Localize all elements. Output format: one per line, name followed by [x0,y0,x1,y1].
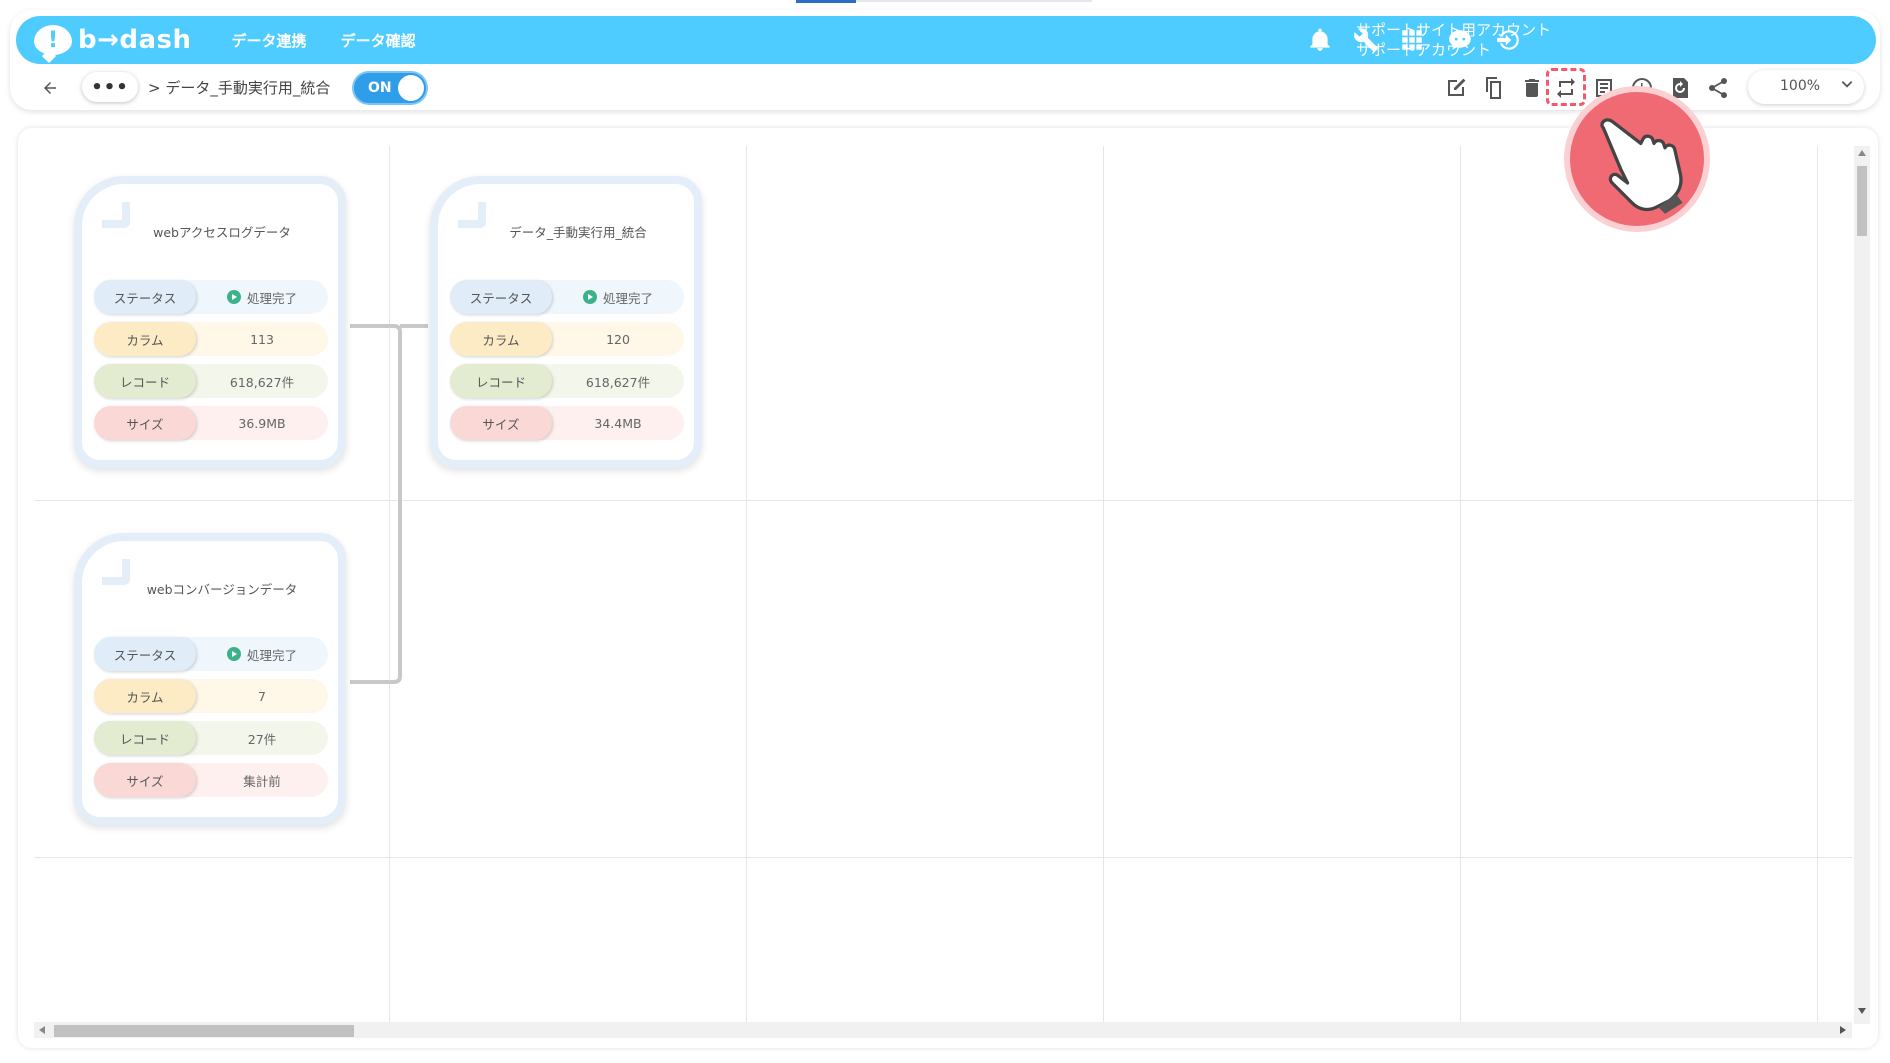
row-value: 処理完了 [196,637,328,671]
node-row-records: レコード 27件 [94,721,328,755]
vertical-scrollbar[interactable] [1854,146,1870,1024]
scroll-right-arrow-icon[interactable] [1840,1026,1846,1034]
node-row-size: サイズ 36.9MB [94,406,328,440]
row-key: ステータス [450,280,552,314]
horizontal-scroll-thumb[interactable] [54,1025,354,1037]
row-value: 処理完了 [552,280,684,314]
row-key: サイズ [450,406,552,440]
horizontal-scrollbar[interactable] [34,1022,1852,1038]
nav-data-link[interactable]: データ連携 [232,30,307,51]
row-key: カラム [94,679,196,713]
row-value: 120 [606,331,630,347]
back-arrow-icon[interactable] [36,74,64,102]
grid-line [746,146,747,1026]
row-value: 36.9MB [238,415,286,431]
node-title: データ_手動実行用_統合 [509,225,647,240]
swap-icon[interactable] [1552,74,1580,102]
node-row-size: サイズ 集計前 [94,763,328,797]
pointer-hand-icon [1564,86,1710,232]
on-off-toggle[interactable]: ON [352,71,428,105]
zoom-value: 100% [1780,78,1821,94]
row-key: ステータス [94,637,196,671]
row-value: 618,627件 [229,374,295,390]
row-key: レコード [94,721,196,755]
apps-grid-icon[interactable] [1398,26,1426,54]
app-header: ! b→dash データ連携 データ確認 サポートサイト用アカウント サポートア… [16,16,1876,64]
zoom-select[interactable]: 100% [1748,70,1864,104]
data-node[interactable]: データ_手動実行用_統合 ステータス 処理完了 カラム 120 レコード 618… [430,176,702,468]
row-value: 7 [258,688,266,704]
scroll-left-arrow-icon[interactable] [39,1026,45,1034]
play-icon [582,290,597,304]
row-key: カラム [94,322,196,356]
grid-line [34,857,1852,858]
play-icon [226,647,241,661]
grid-line [1817,146,1818,1026]
toggle-knob [398,75,424,101]
data-node[interactable]: webアクセスログデータ ステータス 処理完了 カラム 113 レコード 618… [74,176,346,468]
breadcrumb: > データ_手動実行用_統合 [148,79,331,97]
row-key: レコード [450,364,552,398]
toggle-label: ON [368,80,392,96]
data-node[interactable]: webコンバージョンデータ ステータス 処理完了 カラム 7 レコード 27件 … [74,533,346,825]
breadcrumb-more-button[interactable]: ••• [82,72,138,102]
node-row-size: サイズ 34.4MB [450,406,684,440]
logout-icon[interactable] [1494,26,1522,54]
row-value: 34.4MB [594,415,642,431]
node-row-status: ステータス 処理完了 [450,280,684,314]
flow-canvas[interactable]: webアクセスログデータ ステータス 処理完了 カラム 113 レコード 618… [34,146,1852,1026]
status-text: 処理完了 [246,647,297,663]
node-row-records: レコード 618,627件 [450,364,684,398]
copy-icon[interactable] [1480,74,1508,102]
trash-icon[interactable] [1518,74,1546,102]
wrench-icon[interactable] [1352,26,1380,54]
grid-line [1460,146,1461,1026]
row-key: ステータス [94,280,196,314]
grid-line [1103,146,1104,1026]
logo-mark: ! [34,25,72,55]
edit-icon[interactable] [1442,74,1470,102]
play-icon [226,290,241,304]
row-value: 618,627件 [585,374,651,390]
row-key: レコード [94,364,196,398]
row-value: 113 [250,331,274,347]
row-value: 27件 [247,731,277,747]
node-title: webアクセスログデータ [153,225,291,240]
scroll-up-arrow-icon[interactable] [1858,150,1866,156]
row-value: 処理完了 [196,280,328,314]
share-icon[interactable] [1704,74,1732,102]
status-text: 処理完了 [246,290,297,306]
node-row-columns: カラム 7 [94,679,328,713]
status-text: 処理完了 [602,290,653,306]
browser-tab-strip [0,0,1890,3]
vertical-scroll-thumb[interactable] [1857,166,1867,236]
tab-indicator-track [856,0,1092,2]
scroll-down-arrow-icon[interactable] [1858,1008,1866,1014]
nav-data-check[interactable]: データ確認 [341,30,416,51]
node-row-records: レコード 618,627件 [94,364,328,398]
bell-icon[interactable] [1306,26,1334,54]
logo-text: b→dash [78,25,192,55]
node-row-columns: カラム 120 [450,322,684,356]
chat-bot-icon[interactable] [1446,26,1474,54]
node-row-status: ステータス 処理完了 [94,637,328,671]
node-title: webコンバージョンデータ [146,582,298,597]
node-row-status: ステータス 処理完了 [94,280,328,314]
row-key: サイズ [94,763,196,797]
chevron-down-icon [1841,81,1853,88]
active-tab-indicator [796,0,856,3]
logo[interactable]: ! b→dash [34,25,192,55]
row-key: サイズ [94,406,196,440]
node-row-columns: カラム 113 [94,322,328,356]
row-key: カラム [450,322,552,356]
row-value: 集計前 [243,773,281,789]
flow-canvas-card: webアクセスログデータ ステータス 処理完了 カラム 113 レコード 618… [18,128,1878,1048]
